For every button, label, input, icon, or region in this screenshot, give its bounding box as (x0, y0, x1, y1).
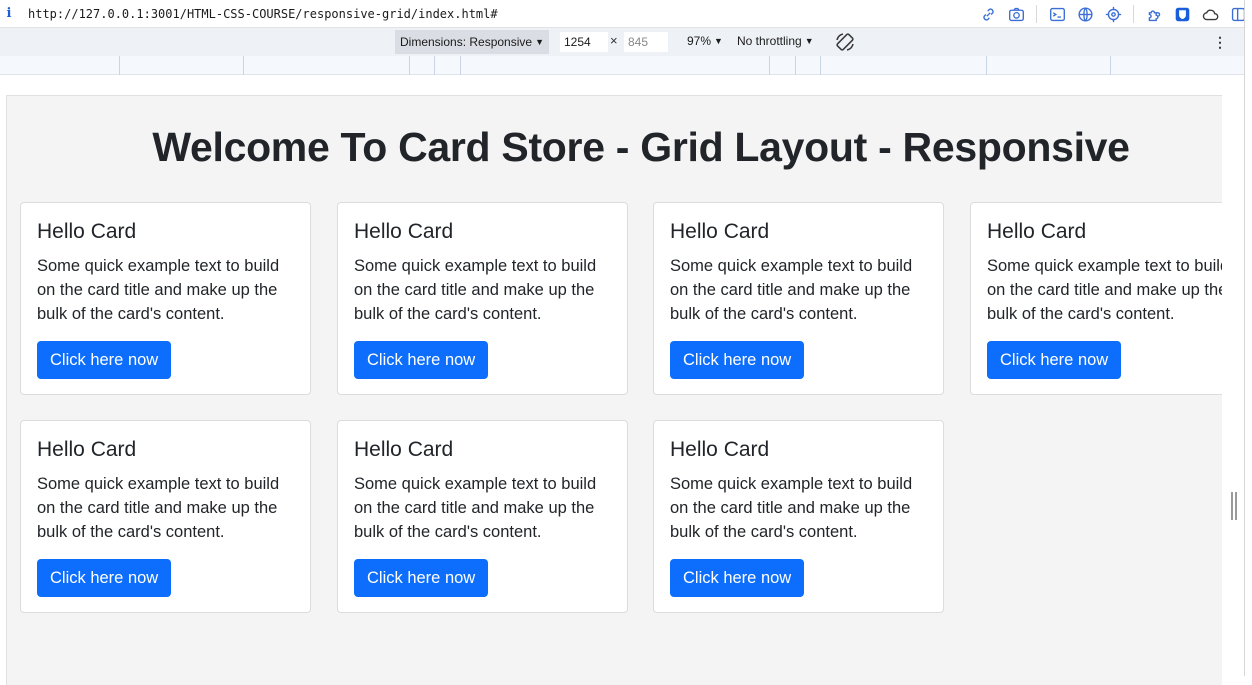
terminal-icon[interactable] (1046, 3, 1068, 25)
card-text-line: on the card title and make up the (354, 499, 595, 517)
card-text-line: bulk of the card's content. (670, 305, 858, 323)
height-input[interactable]: 845 (624, 32, 668, 52)
card-text-line: Some quick example text to build (354, 475, 597, 493)
caret-down-icon: ▼ (804, 36, 814, 46)
toolbar-divider (1036, 5, 1037, 23)
card-text-line: bulk of the card's content. (354, 305, 542, 323)
zoom-select[interactable]: 97% ▼ (687, 34, 723, 48)
dimensions-select[interactable]: Dimensions: Responsive ▼ (395, 30, 549, 54)
throttling-value: No throttling (737, 34, 802, 48)
caret-down-icon: ▼ (535, 37, 544, 47)
click-here-button[interactable]: Click here now (987, 341, 1122, 379)
width-input[interactable]: 1254 (560, 32, 608, 52)
cloud-icon[interactable] (1199, 3, 1221, 25)
card: Hello Card Some quick example text to bu… (337, 420, 628, 613)
responsive-toolbar: Dimensions: Responsive ▼ 1254 × 845 97% … (0, 28, 1252, 56)
card-text-line: Some quick example text to build (670, 475, 913, 493)
extension-icon[interactable] (1143, 3, 1165, 25)
card: Hello Card Some quick example text to bu… (653, 420, 944, 613)
card-title: Hello Card (354, 438, 454, 461)
card-title: Hello Card (354, 220, 454, 243)
card-text-line: bulk of the card's content. (670, 523, 858, 541)
click-here-button[interactable]: Click here now (670, 559, 805, 597)
card: Hello Card Some quick example text to bu… (20, 202, 311, 395)
card-text-line: Some quick example text to build (37, 475, 280, 493)
link-icon[interactable] (977, 3, 999, 25)
card-text-line: Some quick example text to build (354, 257, 597, 275)
click-here-button[interactable]: Click here now (37, 341, 172, 379)
responsive-viewport: Welcome To Card Store - Grid Layout - Re… (6, 95, 1222, 685)
card-title: Hello Card (37, 438, 137, 461)
card-title: Hello Card (670, 438, 770, 461)
card-text-line: on the card title and make up the (37, 281, 278, 299)
zoom-value: 97% (687, 34, 712, 48)
card-title: Hello Card (987, 220, 1087, 243)
crosshair-icon[interactable] (1102, 3, 1124, 25)
card: Hello Card Some quick example text to bu… (653, 202, 944, 395)
info-icon[interactable]: i (0, 6, 18, 21)
card-text-line: on the card title and make up the (37, 499, 278, 517)
toolbar-divider (1133, 5, 1134, 23)
throttling-select[interactable]: No throttling ▼ (737, 34, 814, 48)
card-text-line: on the card title and make up the (987, 281, 1222, 299)
rotate-icon[interactable] (834, 31, 856, 53)
card-text-line: Some quick example text to build (987, 257, 1222, 275)
window-edge (1244, 0, 1252, 676)
url-text[interactable]: http://127.0.0.1:3001/HTML-CSS-COURSE/re… (28, 7, 498, 21)
card-text-line: Some quick example text to build (670, 257, 913, 275)
card-text-line: bulk of the card's content. (37, 305, 225, 323)
page-title: Welcome To Card Store - Grid Layout - Re… (152, 124, 1130, 170)
card-text-line: on the card title and make up the (354, 281, 595, 299)
resize-handle[interactable] (1231, 492, 1237, 520)
card-text-line: on the card title and make up the (670, 499, 911, 517)
bitwarden-icon[interactable] (1171, 3, 1193, 25)
browser-toolbar-icons (974, 0, 1252, 28)
camera-icon[interactable] (1005, 3, 1027, 25)
card-text-line: on the card title and make up the (670, 281, 911, 299)
card-title: Hello Card (670, 220, 770, 243)
card-text-line: bulk of the card's content. (987, 305, 1175, 323)
card: Hello Card Some quick example text to bu… (337, 202, 628, 395)
card: Hello Card Some quick example text to bu… (970, 202, 1222, 395)
url-bar: i http://127.0.0.1:3001/HTML-CSS-COURSE/… (0, 0, 1252, 28)
click-here-button[interactable]: Click here now (37, 559, 172, 597)
viewport-gutter (1222, 95, 1244, 676)
card: Hello Card Some quick example text to bu… (20, 420, 311, 613)
dimensions-label: Dimensions: Responsive (400, 35, 533, 49)
globe-icon[interactable] (1074, 3, 1096, 25)
card-text-line: bulk of the card's content. (354, 523, 542, 541)
times-sign: × (610, 33, 618, 48)
click-here-button[interactable]: Click here now (354, 559, 489, 597)
click-here-button[interactable]: Click here now (670, 341, 805, 379)
card-text-line: bulk of the card's content. (37, 523, 225, 541)
card-text-line: Some quick example text to build (37, 257, 280, 275)
caret-down-icon: ▼ (714, 36, 723, 46)
click-here-button[interactable]: Click here now (354, 341, 489, 379)
media-query-ruler (0, 56, 1244, 75)
more-menu-icon[interactable]: ⋮ (1213, 33, 1227, 51)
card-title: Hello Card (37, 220, 137, 243)
